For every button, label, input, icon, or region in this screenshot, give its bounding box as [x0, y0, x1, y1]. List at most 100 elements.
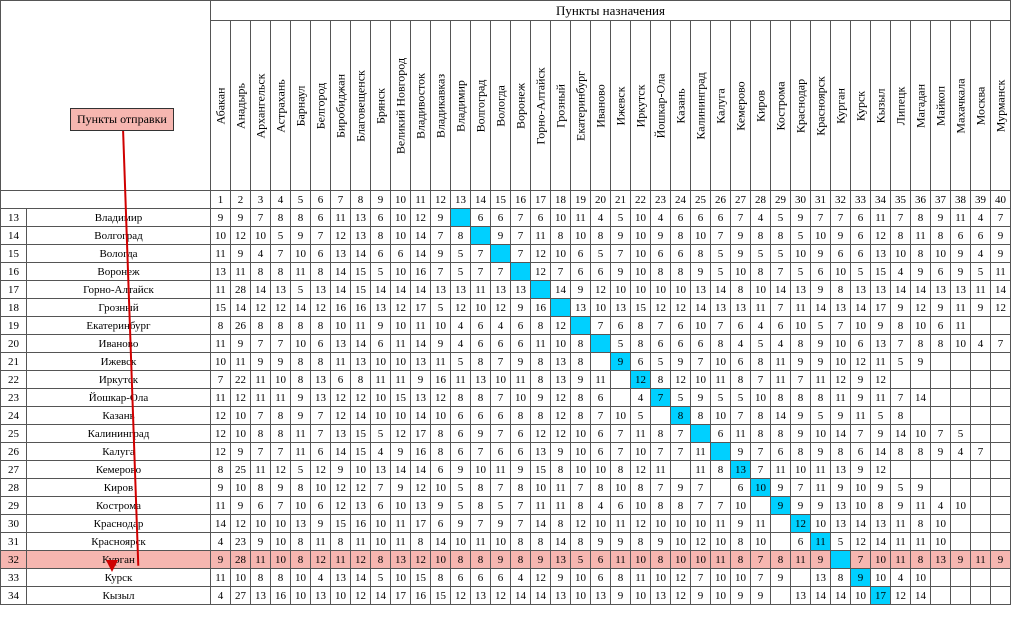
- data-cell: [931, 569, 951, 587]
- data-cell: 8: [891, 443, 911, 461]
- data-cell: 6: [591, 551, 611, 569]
- data-cell: 9: [811, 497, 831, 515]
- data-cell: 10: [431, 407, 451, 425]
- data-cell: 7: [771, 299, 791, 317]
- data-cell: 6: [371, 335, 391, 353]
- data-cell: 8: [791, 335, 811, 353]
- col-header-35: Липецк: [891, 21, 911, 191]
- row-name: Калуга: [27, 443, 211, 461]
- data-cell: 9: [951, 551, 971, 569]
- data-cell: 10: [391, 317, 411, 335]
- data-cell: 8: [771, 551, 791, 569]
- row-name: Горно-Алтайск: [27, 281, 211, 299]
- data-cell: 5: [711, 245, 731, 263]
- col-number: 26: [711, 191, 731, 209]
- data-cell: 10: [231, 569, 251, 587]
- data-cell: 14: [391, 461, 411, 479]
- data-cell: 9: [731, 227, 751, 245]
- row-name: Иваново: [27, 335, 211, 353]
- data-cell: 11: [391, 515, 411, 533]
- col-header-6: Белгород: [311, 21, 331, 191]
- data-cell: 5: [611, 335, 631, 353]
- data-cell: 6: [771, 317, 791, 335]
- data-cell: 6: [311, 497, 331, 515]
- data-cell: 11: [851, 407, 871, 425]
- col-header-16: Воронеж: [511, 21, 531, 191]
- col-number: 11: [411, 191, 431, 209]
- data-cell: 6: [511, 317, 531, 335]
- data-cell: 11: [291, 443, 311, 461]
- data-cell: 13: [731, 299, 751, 317]
- data-cell: 11: [771, 353, 791, 371]
- data-cell: [551, 299, 571, 317]
- data-cell: 10: [671, 533, 691, 551]
- data-cell: 9: [991, 227, 1011, 245]
- data-cell: 8: [291, 533, 311, 551]
- data-cell: 9: [211, 479, 231, 497]
- data-cell: 12: [451, 299, 471, 317]
- data-cell: 10: [751, 281, 771, 299]
- data-cell: 6: [471, 407, 491, 425]
- data-cell: 12: [331, 389, 351, 407]
- data-cell: 9: [731, 245, 751, 263]
- row-index: 26: [1, 443, 27, 461]
- data-cell: [691, 425, 711, 443]
- col-header-27: Кемерово: [731, 21, 751, 191]
- data-cell: 9: [851, 389, 871, 407]
- data-cell: 6: [731, 353, 751, 371]
- data-cell: 8: [731, 551, 751, 569]
- row-index: 20: [1, 335, 27, 353]
- data-cell: 7: [831, 317, 851, 335]
- data-cell: 12: [871, 461, 891, 479]
- col-header-8: Благовещенск: [351, 21, 371, 191]
- departure-callout: Пункты отправки: [70, 108, 174, 131]
- col-header-label: Красноярск: [813, 76, 828, 136]
- col-header-label: Липецк: [893, 86, 908, 125]
- data-cell: 13: [791, 587, 811, 605]
- data-cell: 11: [211, 497, 231, 515]
- data-cell: 14: [211, 515, 231, 533]
- row-index: 14: [1, 227, 27, 245]
- data-cell: [931, 587, 951, 605]
- data-cell: 7: [471, 443, 491, 461]
- col-header-1: Абакан: [211, 21, 231, 191]
- data-cell: 8: [451, 551, 471, 569]
- data-cell: 8: [711, 461, 731, 479]
- data-cell: 10: [691, 515, 711, 533]
- data-cell: 4: [451, 317, 471, 335]
- data-cell: 6: [471, 569, 491, 587]
- data-cell: 9: [831, 479, 851, 497]
- data-cell: 15: [391, 389, 411, 407]
- data-cell: 10: [371, 389, 391, 407]
- data-cell: 10: [951, 335, 971, 353]
- col-number: 1: [211, 191, 231, 209]
- data-cell: 8: [711, 335, 731, 353]
- data-cell: 11: [751, 515, 771, 533]
- data-cell: 7: [271, 335, 291, 353]
- data-cell: 6: [471, 209, 491, 227]
- data-cell: 6: [491, 407, 511, 425]
- data-cell: [711, 443, 731, 461]
- data-cell: 6: [651, 335, 671, 353]
- data-cell: 13: [831, 497, 851, 515]
- data-cell: 7: [711, 497, 731, 515]
- col-header-label: Йошкар-Ола: [653, 73, 668, 138]
- data-cell: 8: [671, 263, 691, 281]
- data-cell: 10: [691, 371, 711, 389]
- data-cell: [951, 533, 971, 551]
- data-cell: 5: [771, 209, 791, 227]
- data-cell: 6: [671, 245, 691, 263]
- data-cell: 7: [731, 209, 751, 227]
- table-row: 26Калуга12977116141549168676613910671077…: [1, 443, 1011, 461]
- data-cell: 11: [531, 227, 551, 245]
- data-cell: 7: [311, 407, 331, 425]
- data-cell: 9: [851, 461, 871, 479]
- col-number: 16: [511, 191, 531, 209]
- data-cell: 9: [231, 497, 251, 515]
- data-cell: 10: [391, 407, 411, 425]
- data-cell: 4: [891, 569, 911, 587]
- data-cell: 10: [331, 587, 351, 605]
- data-cell: 9: [731, 515, 751, 533]
- data-cell: 10: [551, 335, 571, 353]
- table-row: 27Кемерово825111251291013141469101191581…: [1, 461, 1011, 479]
